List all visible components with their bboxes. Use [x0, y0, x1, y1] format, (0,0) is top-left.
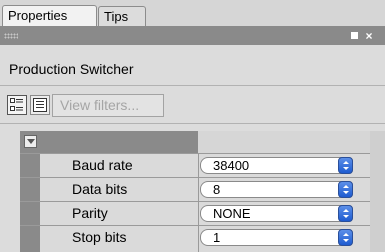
divider	[0, 85, 385, 86]
parity-select[interactable]: NONE	[200, 205, 353, 222]
property-row-data-bits[interactable]: Data bits 8	[20, 177, 370, 201]
property-label: Parity	[72, 205, 108, 221]
dropdown-arrow-icon[interactable]	[338, 181, 353, 198]
data-bits-select[interactable]: 8	[200, 181, 353, 198]
dropdown-arrow-icon[interactable]	[338, 229, 353, 246]
tab-strip: Properties Tips	[0, 0, 385, 26]
property-row-stop-bits[interactable]: Stop bits 1	[20, 225, 370, 252]
row-indent	[20, 202, 40, 225]
close-icon[interactable]: ×	[363, 30, 375, 42]
column-divider[interactable]	[198, 178, 199, 201]
group-header-value-area	[198, 131, 370, 153]
select-value: 1	[213, 230, 221, 245]
property-label: Data bits	[72, 181, 128, 197]
baud-rate-select[interactable]: 38400	[200, 157, 353, 174]
panel-title-bar[interactable]: ×	[0, 27, 385, 45]
row-indent	[20, 226, 40, 252]
select-value: 8	[213, 182, 221, 197]
column-divider[interactable]	[198, 202, 199, 225]
property-label: Stop bits	[72, 229, 127, 245]
drag-grip-icon[interactable]	[4, 33, 18, 39]
property-group-header[interactable]	[20, 131, 370, 153]
minimize-icon[interactable]	[349, 30, 361, 42]
select-value: NONE	[213, 206, 251, 221]
dropdown-arrow-icon[interactable]	[338, 157, 353, 174]
properties-panel: × Production Switcher View filters... Ba…	[0, 26, 385, 252]
row-indent	[20, 154, 40, 177]
column-divider[interactable]	[198, 154, 199, 177]
column-divider[interactable]	[198, 226, 199, 252]
select-value: 38400	[213, 158, 250, 173]
dropdown-arrow-icon[interactable]	[338, 205, 353, 222]
row-indent	[20, 178, 40, 201]
property-grid: Baud rate 38400 Data bits 8 Parity NONE	[20, 131, 370, 252]
stop-bits-select[interactable]: 1	[200, 229, 353, 246]
property-label: Baud rate	[72, 157, 133, 173]
tab-tips[interactable]: Tips	[98, 6, 146, 26]
list-view-button[interactable]	[30, 95, 50, 115]
property-row-baud-rate[interactable]: Baud rate 38400	[20, 153, 370, 177]
property-row-parity[interactable]: Parity NONE	[20, 201, 370, 225]
divider	[0, 123, 385, 124]
categorized-view-icon	[10, 98, 23, 111]
panel-heading: Production Switcher	[9, 61, 134, 77]
list-view-icon	[33, 98, 47, 112]
view-filters-button[interactable]: View filters...	[52, 94, 164, 117]
categorized-view-button[interactable]	[7, 95, 27, 115]
grid-scroll-area[interactable]	[370, 131, 385, 252]
collapse-triangle-icon[interactable]	[24, 135, 37, 148]
tab-properties[interactable]: Properties	[2, 5, 97, 26]
